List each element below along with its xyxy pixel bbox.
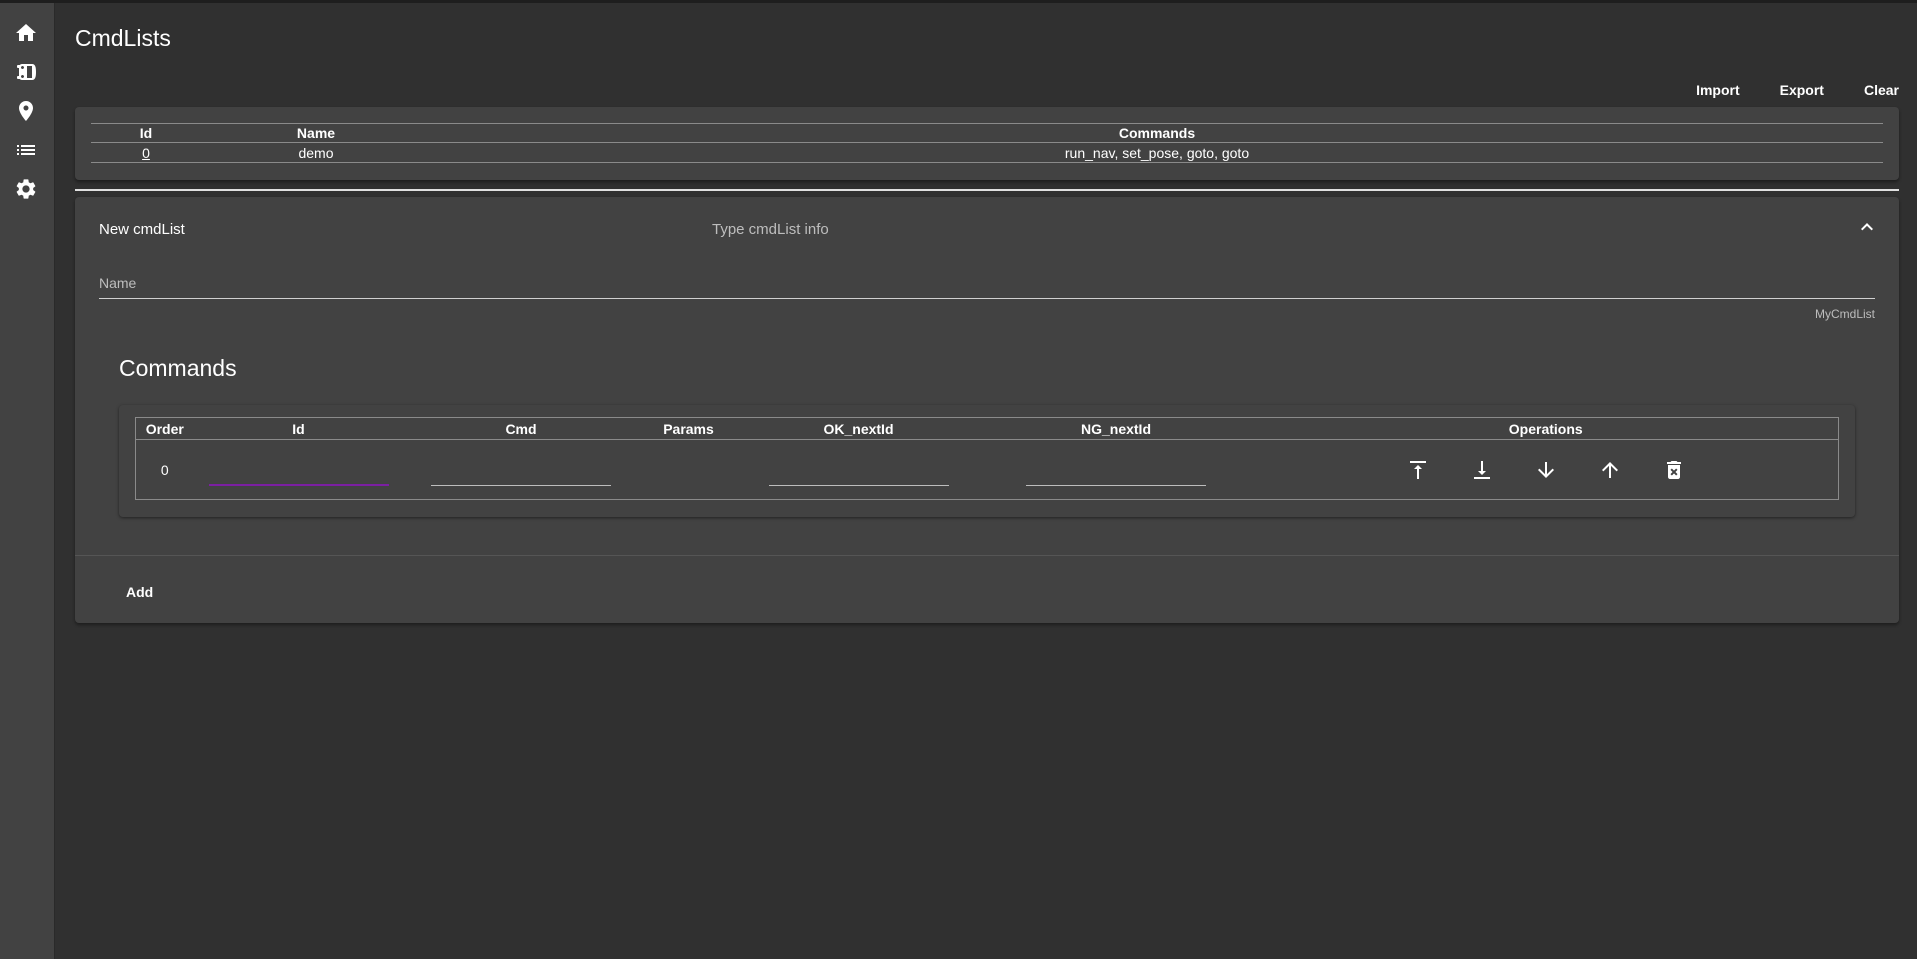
name-input[interactable] bbox=[99, 273, 1875, 298]
move-down-button[interactable] bbox=[1534, 458, 1558, 482]
command-id-input[interactable] bbox=[208, 461, 389, 486]
list-icon bbox=[14, 138, 38, 167]
move-to-bottom-button[interactable] bbox=[1470, 458, 1494, 482]
chevron-up-icon[interactable] bbox=[1855, 215, 1879, 239]
column-header-cmd: Cmd bbox=[403, 417, 639, 440]
column-header-ok-nextid: OK_nextId bbox=[738, 417, 979, 440]
column-header-order: Order bbox=[135, 417, 194, 440]
home-icon bbox=[14, 21, 38, 50]
name-field[interactable]: Name bbox=[99, 273, 1875, 299]
cmdlists-card: Id Name Commands 0 demo run_nav, set_pos… bbox=[75, 107, 1899, 180]
move-up-button[interactable] bbox=[1598, 458, 1622, 482]
sidebar-item-vehicles[interactable] bbox=[13, 61, 39, 87]
page-title: CmdLists bbox=[75, 25, 171, 51]
sidebar-item-cmdlists[interactable] bbox=[13, 139, 39, 165]
table-header-row: Id Name Commands bbox=[91, 123, 1883, 143]
column-header-id: Id bbox=[193, 417, 404, 440]
column-header-commands: Commands bbox=[431, 123, 1883, 143]
cmdlist-name-cell: demo bbox=[201, 142, 431, 163]
command-cmd-input[interactable] bbox=[431, 461, 611, 486]
panel-title[interactable]: New cmdList bbox=[99, 221, 185, 238]
map-pin-icon bbox=[14, 99, 38, 128]
table-header-row: Order Id Cmd Params OK_nextId NG_nextId … bbox=[135, 417, 1839, 440]
ng-nextid-input[interactable] bbox=[1026, 461, 1206, 486]
gear-icon bbox=[14, 177, 38, 206]
sidebar bbox=[0, 3, 55, 959]
add-button[interactable]: Add bbox=[126, 580, 153, 604]
top-toolbar: Import Export Clear bbox=[1656, 78, 1899, 102]
vertical-align-top-icon bbox=[1406, 460, 1430, 485]
order-cell: 0 bbox=[135, 439, 194, 500]
delete-button[interactable] bbox=[1662, 458, 1686, 482]
column-header-params: Params bbox=[638, 417, 739, 440]
sidebar-item-settings[interactable] bbox=[13, 178, 39, 204]
vertical-align-bottom-icon bbox=[1470, 460, 1494, 485]
table-row[interactable]: 0 demo run_nav, set_pose, goto, goto bbox=[91, 142, 1883, 163]
new-cmdlist-panel: New cmdList Type cmdList info Name MyCmd… bbox=[75, 197, 1899, 623]
section-divider bbox=[75, 189, 1899, 191]
window-top-border bbox=[0, 0, 1917, 3]
table-row: 0 bbox=[135, 439, 1839, 500]
name-hint: MyCmdList bbox=[1814, 307, 1875, 321]
panel-actions: Add bbox=[75, 555, 1899, 623]
move-to-top-button[interactable] bbox=[1406, 458, 1430, 482]
clear-button[interactable]: Clear bbox=[1864, 78, 1899, 102]
import-button[interactable]: Import bbox=[1696, 78, 1740, 102]
cmdlists-table: Id Name Commands 0 demo run_nav, set_pos… bbox=[91, 123, 1883, 163]
params-cell bbox=[638, 439, 739, 500]
delete-forever-icon bbox=[1662, 460, 1686, 485]
export-button[interactable]: Export bbox=[1780, 78, 1824, 102]
row-operations bbox=[1254, 458, 1839, 482]
column-header-ng-nextid: NG_nextId bbox=[978, 417, 1254, 440]
column-header-id: Id bbox=[91, 123, 201, 143]
sidebar-item-home[interactable] bbox=[13, 22, 39, 48]
commands-heading: Commands bbox=[119, 355, 237, 381]
arrow-up-icon bbox=[1598, 461, 1622, 485]
arrow-down-icon bbox=[1534, 461, 1558, 485]
column-header-operations: Operations bbox=[1253, 417, 1839, 440]
cmdlist-commands-cell: run_nav, set_pose, goto, goto bbox=[431, 142, 1883, 163]
ok-nextid-input[interactable] bbox=[768, 461, 949, 486]
cmdlist-id-link[interactable]: 0 bbox=[142, 145, 150, 161]
commands-card: Order Id Cmd Params OK_nextId NG_nextId … bbox=[119, 405, 1855, 517]
column-header-name: Name bbox=[201, 123, 431, 143]
sidebar-item-locations[interactable] bbox=[13, 100, 39, 126]
panel-description: Type cmdList info bbox=[712, 221, 829, 238]
bus-icon bbox=[14, 60, 38, 89]
commands-table: Order Id Cmd Params OK_nextId NG_nextId … bbox=[135, 417, 1839, 500]
